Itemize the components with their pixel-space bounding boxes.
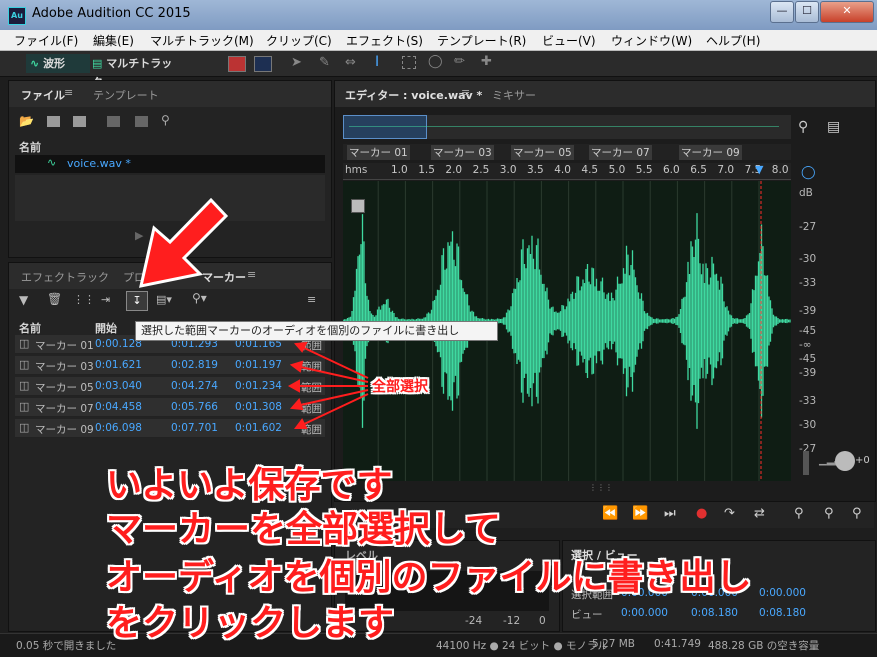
big-arrow	[139, 197, 229, 288]
annotation-line-3: オーディオを個別のファイルに書き出し	[106, 557, 752, 598]
select-all-label: 全部選択	[372, 379, 428, 395]
annotation-line-2: マーカーを全部選択して	[106, 509, 501, 550]
annotation-line-4: をクリックします	[106, 603, 395, 644]
select-all-arrows	[287, 341, 369, 429]
